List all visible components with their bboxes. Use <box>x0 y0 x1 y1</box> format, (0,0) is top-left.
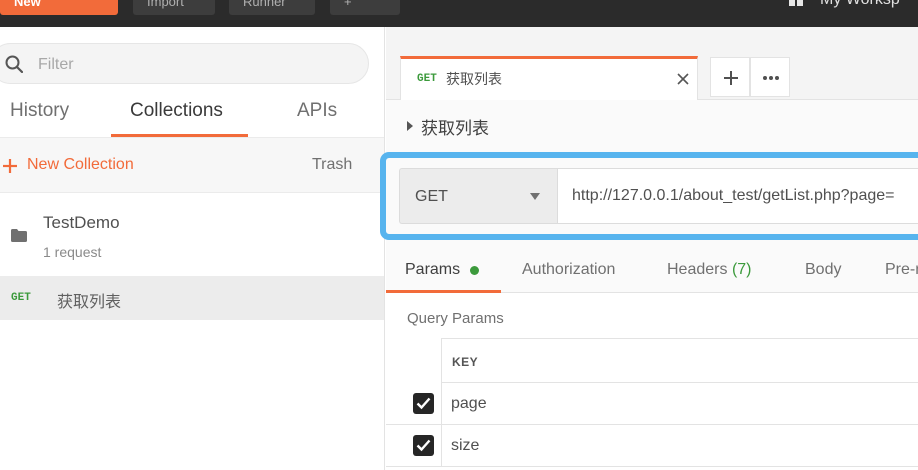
param-checkbox[interactable] <box>413 435 434 456</box>
checkmark-icon <box>416 439 431 452</box>
tab-collections[interactable]: Collections <box>130 100 223 122</box>
params-active-dot <box>470 266 479 275</box>
column-divider <box>441 425 442 467</box>
new-button-label: New <box>14 0 41 9</box>
import-button[interactable]: Import <box>133 0 215 15</box>
request-title-row: 获取列表 <box>386 100 918 152</box>
caret-right-icon[interactable] <box>406 121 414 131</box>
sidebar: History Collections APIs New Collection … <box>0 27 385 470</box>
collections-toolbar: New Collection Trash <box>0 138 384 193</box>
param-checkbox[interactable] <box>413 393 434 414</box>
more-icon <box>763 76 779 80</box>
request-tab[interactable]: GET 获取列表 <box>400 56 698 100</box>
import-button-label: Import <box>147 0 184 9</box>
tab-headers[interactable]: Headers (7) <box>667 261 752 279</box>
request-config-tabs: Params Authorization Headers (7) Body Pr… <box>386 240 918 293</box>
table-header: KEY <box>441 338 918 383</box>
close-icon[interactable] <box>676 72 690 86</box>
tab-params[interactable]: Params <box>405 261 460 279</box>
tab-headers-label: Headers <box>667 261 728 278</box>
folder-icon <box>11 229 27 242</box>
active-tab-indicator <box>386 290 501 293</box>
main-panel: GET 获取列表 获取列表 GET http://127.0.0.1/about… <box>380 27 918 470</box>
table-row: page <box>386 383 918 425</box>
column-divider <box>441 383 442 425</box>
filter-input[interactable] <box>38 54 338 76</box>
checkmark-icon <box>416 397 431 410</box>
tab-label: 获取列表 <box>446 71 502 87</box>
param-key[interactable]: page <box>451 395 487 413</box>
url-input[interactable] <box>557 168 918 224</box>
workspace-grid-icon <box>789 0 803 6</box>
new-collection-button[interactable]: New Collection <box>27 156 134 174</box>
method-badge: GET <box>11 292 31 304</box>
filter-box <box>0 43 369 84</box>
query-params-label: Query Params <box>407 310 504 327</box>
tab-history[interactable]: History <box>10 100 69 122</box>
collection-request-count: 1 request <box>43 244 102 260</box>
method-select-value: GET <box>415 188 448 205</box>
request-name: 获取列表 <box>57 294 122 311</box>
request-item[interactable]: GET 获取列表 <box>0 276 384 320</box>
add-tab-button[interactable] <box>710 57 750 97</box>
tab-body[interactable]: Body <box>805 261 841 279</box>
collection-item[interactable]: TestDemo 1 request <box>0 193 384 276</box>
key-column-header: KEY <box>452 355 479 369</box>
trash-button[interactable]: Trash <box>312 156 352 174</box>
collection-name: TestDemo <box>43 213 120 232</box>
runner-button[interactable]: Runner <box>229 0 315 15</box>
tab-pre-request-script[interactable]: Pre-r <box>885 261 918 279</box>
request-tab-bar: GET 获取列表 <box>386 27 918 100</box>
new-window-button-label: + <box>344 0 352 9</box>
new-button[interactable]: New <box>0 0 118 15</box>
tab-authorization[interactable]: Authorization <box>522 261 615 279</box>
url-bar: GET <box>380 152 918 240</box>
more-tabs-button[interactable] <box>750 57 790 97</box>
request-title[interactable]: 获取列表 <box>421 114 489 139</box>
workspace-selector[interactable]: My Worksp <box>820 0 900 9</box>
method-select[interactable]: GET <box>399 168 557 224</box>
table-row: size <box>386 425 918 467</box>
tab-method-badge: GET <box>417 73 437 85</box>
new-window-button[interactable]: + <box>330 0 400 15</box>
param-key[interactable]: size <box>451 437 479 455</box>
plus-icon <box>724 71 738 85</box>
search-icon <box>5 55 23 73</box>
plus-icon <box>3 159 17 173</box>
chevron-down-icon <box>530 193 540 200</box>
top-bar: New Import Runner + My Worksp <box>0 0 918 27</box>
headers-count: (7) <box>731 261 752 278</box>
runner-button-label: Runner <box>243 0 286 9</box>
tab-apis[interactable]: APIs <box>297 100 337 122</box>
